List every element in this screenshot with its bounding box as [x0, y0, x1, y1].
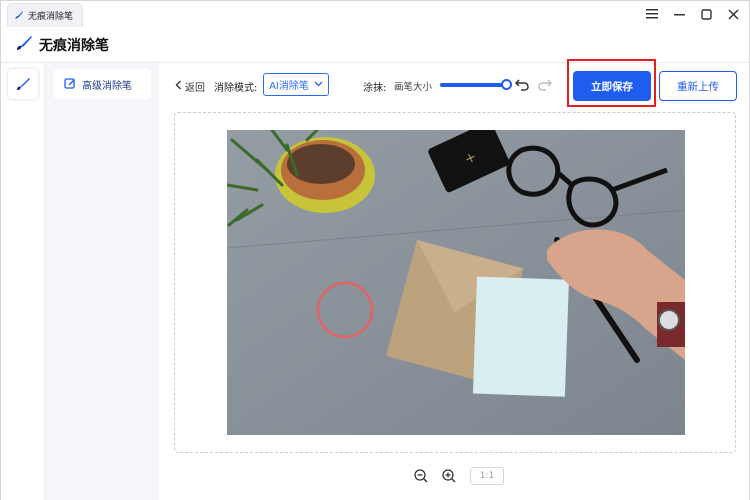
sidebar-item-label: 高级消除笔: [82, 80, 132, 92]
main-panel: 返回 消除模式: AI消除笔 涂抹: 画笔大小 立即保存 重新上传 + 1:1: [159, 59, 749, 500]
editor-canvas[interactable]: +: [174, 112, 736, 453]
save-now-button[interactable]: 立即保存: [573, 71, 651, 101]
minimize-icon[interactable]: [669, 4, 689, 24]
zoom-controls: 1:1: [414, 467, 504, 485]
left-rail: [1, 63, 45, 500]
editor-toolbar: 返回 消除模式: AI消除笔 涂抹: 画笔大小 立即保存 重新上传: [159, 59, 749, 109]
eraser-tool-button[interactable]: [8, 69, 38, 99]
chevron-down-icon: [314, 79, 323, 90]
zoom-out-icon[interactable]: [414, 469, 428, 483]
sidebar: 高级消除笔: [45, 63, 159, 500]
chevron-left-icon: [175, 80, 182, 93]
brush-size-slider[interactable]: [440, 79, 512, 90]
maximize-icon[interactable]: [696, 4, 716, 24]
brush-icon: [14, 9, 24, 23]
sidebar-item-advanced-eraser[interactable]: 高级消除笔: [54, 69, 151, 99]
app-window: 无痕消除笔 无痕消除笔 高级消除笔 返回 消除模式: AI消除笔 涂抹: 画笔大…: [0, 0, 750, 500]
window-tab-title: 无痕消除笔: [28, 12, 74, 22]
back-button[interactable]: 返回: [175, 79, 205, 94]
brush-size-slider-handle[interactable]: [501, 79, 512, 90]
desk-photo-image: +: [227, 130, 685, 435]
title-bar: 无痕消除笔: [1, 1, 749, 27]
mode-label: 消除模式:: [214, 83, 258, 94]
app-header: 无痕消除笔: [1, 27, 749, 63]
back-label: 返回: [185, 83, 205, 94]
app-title: 无痕消除笔: [39, 37, 109, 54]
brush-size-label: 画笔大小: [394, 82, 433, 93]
photo-preview[interactable]: +: [227, 130, 685, 435]
reupload-button[interactable]: 重新上传: [659, 71, 737, 101]
close-icon[interactable]: [723, 4, 743, 24]
redo-icon[interactable]: [537, 76, 553, 92]
zoom-ratio-button[interactable]: 1:1: [470, 467, 504, 485]
window-tab[interactable]: 无痕消除笔: [7, 3, 83, 27]
mode-select-value: AI消除笔: [269, 81, 309, 92]
eraser-pen-icon: [17, 78, 30, 90]
edit-icon: [64, 77, 76, 92]
undo-icon[interactable]: [514, 76, 530, 92]
zoom-in-icon[interactable]: [442, 469, 456, 483]
app-logo-icon: [15, 34, 33, 55]
mode-select[interactable]: AI消除笔: [263, 73, 329, 96]
smear-label: 涂抹:: [363, 83, 387, 94]
menu-icon[interactable]: [642, 4, 662, 24]
